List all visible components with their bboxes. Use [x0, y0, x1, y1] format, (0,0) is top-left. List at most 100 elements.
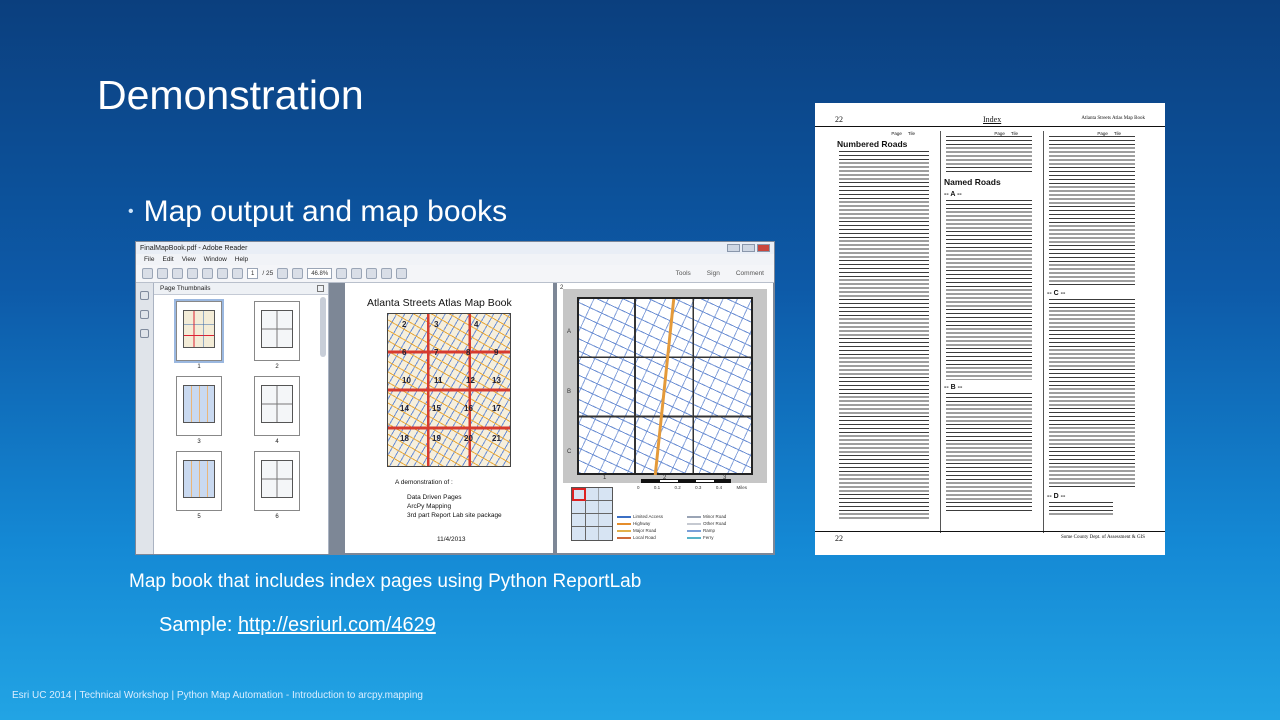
index-entries — [1049, 502, 1113, 516]
highway-line — [653, 299, 676, 475]
menu-edit[interactable]: Edit — [162, 256, 173, 263]
thumbnail-label: 1 — [197, 364, 201, 370]
menu-help[interactable]: Help — [235, 256, 248, 263]
maximize-icon[interactable] — [742, 244, 755, 252]
fit-width-icon[interactable] — [351, 268, 363, 279]
grid-number: 15 — [432, 404, 441, 413]
legend-label: Highway — [633, 521, 651, 526]
sign-icon[interactable] — [396, 268, 408, 279]
atlas-title: Atlanta Streets Atlas Map Book — [367, 297, 512, 309]
zoom-in-icon[interactable] — [292, 268, 304, 279]
index-entries — [946, 393, 1032, 513]
reader-body: Page Thumbnails 1 2 3 4 5 6 Atlanta Stre… — [136, 283, 774, 554]
pages-icon[interactable] — [140, 329, 149, 338]
letter-heading: -- B -- — [944, 384, 963, 391]
grid-number: 13 — [492, 376, 501, 385]
grid-number: 21 — [492, 434, 501, 443]
thumbnail-page-6[interactable] — [254, 451, 300, 511]
grid-number: 10 — [402, 376, 411, 385]
thumbnail-page-2[interactable] — [254, 301, 300, 361]
thumbnails-scrollbar[interactable] — [320, 297, 326, 357]
comment-icon[interactable] — [366, 268, 378, 279]
grid-number: 17 — [492, 404, 501, 413]
zoom-select[interactable]: 46.8% — [307, 268, 333, 279]
index-entries — [946, 200, 1032, 380]
close-icon[interactable] — [757, 244, 770, 252]
thumbnail-page-4[interactable] — [254, 376, 300, 436]
thumbnail-item[interactable]: 6 — [254, 451, 304, 526]
locator-map — [571, 487, 613, 541]
legend-swatch — [617, 515, 631, 518]
map-legend: Legend Limited Access Minor Road Highway… — [617, 501, 767, 549]
create-icon[interactable] — [157, 268, 168, 279]
prev-page-icon[interactable] — [217, 268, 228, 279]
legend-swatch — [687, 529, 701, 532]
comment-tab[interactable]: Comment — [736, 270, 764, 277]
right-tool-tabs: Tools Sign Comment — [676, 270, 764, 277]
adobe-reader-screenshot: FinalMapBook.pdf - Adobe Reader File Edi… — [135, 241, 775, 555]
legend-swatch — [617, 529, 631, 532]
layers-icon[interactable] — [140, 310, 149, 319]
tools-tab[interactable]: Tools — [676, 270, 691, 277]
index-book-name: Atlanta Streets Atlas Map Book — [1081, 116, 1145, 121]
index-footer: 22 Some County Dept. of Assessment & GIS — [815, 531, 1165, 543]
close-panel-icon[interactable] — [317, 285, 324, 292]
reader-toolbar: 1 / 25 46.8% Tools Sign Comment — [136, 265, 774, 283]
grid-label: C — [567, 449, 572, 455]
sample-label: Sample: — [159, 614, 238, 636]
page-total: / 25 — [262, 270, 274, 277]
thumbnail-item[interactable]: 4 — [254, 376, 304, 451]
thumbnail-label: 3 — [197, 439, 201, 445]
print-icon[interactable] — [187, 268, 198, 279]
map-frame: A B C 1 2 3 — [563, 289, 767, 483]
thumbnail-page-5[interactable] — [176, 451, 222, 511]
menu-window[interactable]: Window — [204, 256, 227, 263]
thumbnail-item[interactable]: 5 — [176, 451, 226, 526]
scale-label: 0.4 — [715, 485, 723, 490]
menu-view[interactable]: View — [182, 256, 196, 263]
edit-icon[interactable] — [172, 268, 183, 279]
document-view: Atlanta Streets Atlas Map Book 2 3 4 6 7… — [329, 283, 774, 554]
index-entries — [839, 151, 929, 521]
grid-number: 11 — [434, 376, 443, 385]
sample-link[interactable]: http://esriurl.com/4629 — [238, 614, 436, 636]
index-title: Index — [983, 115, 1002, 124]
grid-number: 9 — [494, 348, 499, 357]
thumbnail-label: 2 — [275, 364, 279, 370]
window-controls — [727, 244, 770, 252]
attachment-icon[interactable] — [140, 291, 149, 300]
minimize-icon[interactable] — [727, 244, 740, 252]
zoom-out-icon[interactable] — [277, 268, 289, 279]
grid-number: 19 — [432, 434, 441, 443]
bullet-dot-icon: • — [128, 203, 134, 220]
fit-page-icon[interactable] — [336, 268, 348, 279]
scale-bar — [641, 479, 731, 483]
index-footer-page-number: 22 — [835, 534, 843, 543]
open-icon[interactable] — [142, 268, 153, 279]
reader-window-title: FinalMapBook.pdf - Adobe Reader — [140, 244, 248, 252]
legend-label: Other Road — [703, 521, 727, 526]
index-page-number: 22 — [835, 115, 843, 124]
page-number-input[interactable]: 1 — [247, 268, 259, 279]
letter-heading: -- A -- — [944, 191, 962, 198]
email-icon[interactable] — [202, 268, 213, 279]
thumbnail-page-1[interactable] — [174, 299, 224, 363]
grid-number: 3 — [434, 320, 439, 329]
grid-number: 20 — [464, 434, 473, 443]
thumbnail-item[interactable]: 3 — [176, 376, 226, 451]
index-column: Page Tile Named Roads -- A -- -- B -- — [940, 131, 1040, 533]
thumbnail-item[interactable]: 1 — [174, 299, 226, 376]
thumbnail-page-3[interactable] — [176, 376, 222, 436]
demo-item: Data Driven Pages — [407, 494, 462, 501]
grid-number: 2 — [402, 320, 407, 329]
highlight-icon[interactable] — [381, 268, 393, 279]
reader-titlebar: FinalMapBook.pdf - Adobe Reader — [136, 242, 774, 254]
next-page-icon[interactable] — [232, 268, 243, 279]
current-tile-highlight — [572, 488, 586, 501]
grid-number: 6 — [402, 348, 407, 357]
sign-tab[interactable]: Sign — [707, 270, 720, 277]
grid-number: 7 — [434, 348, 439, 357]
thumbnail-item[interactable]: 2 — [254, 301, 304, 376]
scale-label: 0.2 — [674, 485, 681, 490]
menu-file[interactable]: File — [144, 256, 154, 263]
